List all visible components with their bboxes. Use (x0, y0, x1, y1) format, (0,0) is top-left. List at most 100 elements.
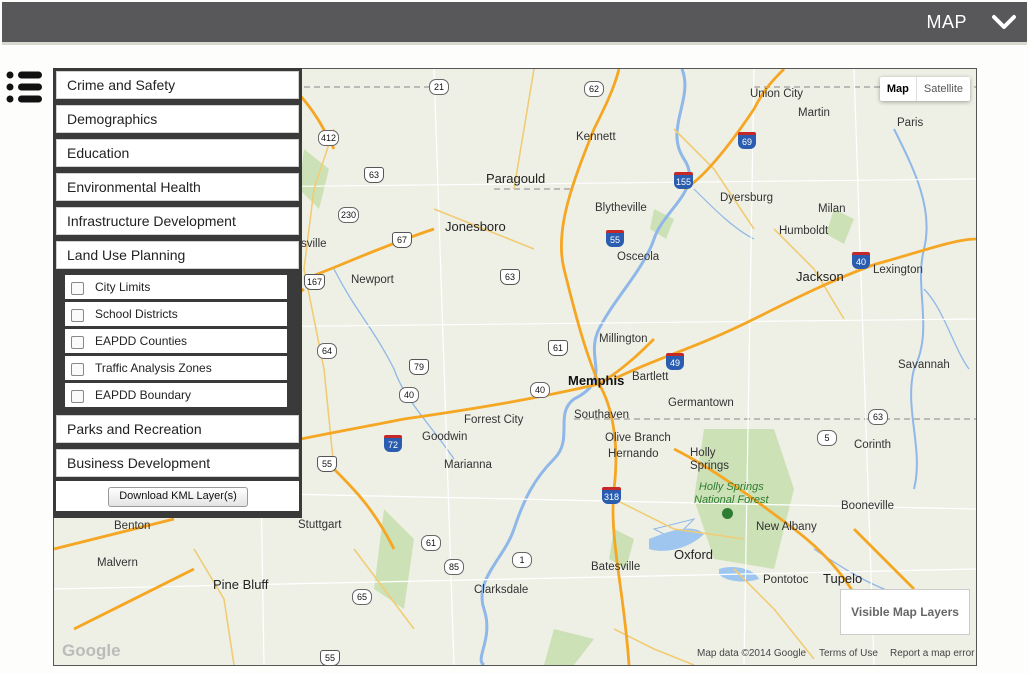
header-title: MAP (926, 12, 967, 32)
category-education[interactable]: Education (56, 139, 299, 167)
city-label: Holly Springs (690, 447, 729, 472)
city-label: Oxford (674, 547, 714, 562)
list-menu-icon[interactable] (6, 70, 44, 104)
category-environmental-health[interactable]: Environmental Health (56, 173, 299, 201)
city-label-memphis: Memphis (568, 373, 625, 388)
city-label: Hernando (608, 448, 659, 460)
city-label: Dyersburg (720, 192, 774, 204)
us-route-shield-icon: 79 (409, 359, 429, 375)
city-label: Stuttgart (298, 519, 342, 531)
report-map-error-link[interactable]: Report a map error (890, 648, 974, 659)
download-row: Download KML Layer(s) (56, 481, 299, 511)
city-label: sville (301, 238, 327, 250)
us-route-shield-icon: 67 (392, 232, 412, 248)
layer-item-eapdd-counties[interactable]: EAPDD Counties (65, 329, 287, 353)
city-label: New Albany (756, 521, 817, 533)
city-label: Olive Branch (605, 432, 671, 444)
visible-map-layers-panel[interactable]: Visible Map Layers (840, 589, 970, 635)
state-route-shield-icon: 1 (512, 552, 532, 568)
city-label: Lexington (873, 264, 923, 276)
city-label: Clarksdale (474, 584, 529, 596)
city-label: Southaven (574, 409, 629, 421)
download-kml-button[interactable]: Download KML Layer(s) (108, 487, 248, 507)
interstate-shield-icon: 49 (666, 353, 684, 370)
city-label: Marianna (444, 459, 492, 471)
interstate-shield-icon: 55 (606, 230, 624, 247)
layer-label: EAPDD Counties (95, 334, 188, 348)
map-type-map-button[interactable]: Map (880, 77, 917, 101)
state-route-shield-icon: 61 (421, 535, 441, 551)
layer-checkbox[interactable] (71, 282, 84, 295)
park-label: Holly Springs National Forest (694, 481, 769, 506)
city-label: Germantown (668, 397, 734, 409)
state-route-shield-icon: 40 (530, 382, 550, 398)
layer-label: EAPDD Boundary (95, 388, 192, 402)
us-route-shield-icon: 55 (317, 456, 337, 472)
category-business-development[interactable]: Business Development (56, 449, 299, 477)
city-label: Corinth (854, 439, 892, 451)
state-route-shield-icon: 40 (399, 387, 419, 403)
interstate-shield-icon: 155 (674, 172, 694, 189)
state-route-shield-icon: 64 (317, 343, 337, 359)
city-label: Jonesboro (445, 219, 506, 234)
city-label: Batesville (591, 561, 641, 573)
city-label: Savannah (898, 359, 950, 371)
state-route-shield-icon: 412 (318, 130, 340, 146)
google-logo: Google (62, 641, 121, 660)
layer-label: City Limits (95, 280, 151, 294)
interstate-shield-icon: 72 (384, 435, 402, 452)
interstate-shield-icon: 69 (738, 132, 756, 149)
city-label: Humboldt (779, 225, 829, 237)
us-route-shield-icon: 63 (364, 167, 384, 183)
city-label: Union City (750, 88, 804, 100)
us-route-shield-icon: 167 (304, 274, 326, 290)
layer-checkbox[interactable] (71, 336, 84, 349)
city-label: Paris (897, 117, 924, 129)
category-demographics[interactable]: Demographics (56, 105, 299, 133)
header-bar: MAP (2, 2, 1027, 45)
category-parks-and-recreation[interactable]: Parks and Recreation (56, 415, 299, 443)
city-label: Forrest City (464, 414, 524, 426)
map-data-attribution: Map data ©2014 Google (697, 648, 807, 659)
city-label: Millington (599, 333, 648, 345)
map-type-satellite-button[interactable]: Satellite (917, 77, 970, 101)
interstate-shield-icon: 318 (602, 487, 622, 504)
state-route-shield-icon: 230 (338, 207, 360, 223)
category-crime-and-safety[interactable]: Crime and Safety (56, 71, 299, 99)
layer-checkbox[interactable] (71, 363, 84, 376)
layer-label: Traffic Analysis Zones (95, 361, 212, 375)
city-label: Bartlett (632, 371, 669, 383)
city-label: Booneville (841, 500, 895, 512)
city-label: Goodwin (422, 431, 468, 443)
terms-of-use-link[interactable]: Terms of Use (819, 648, 878, 659)
category-land-use-planning[interactable]: Land Use Planning (56, 241, 299, 269)
city-label: Osceola (617, 251, 660, 263)
chevron-down-icon[interactable] (991, 12, 1017, 32)
layer-checkbox[interactable] (71, 390, 84, 403)
us-route-shield-icon: 63 (500, 269, 520, 285)
city-label: Pontotoc (763, 574, 809, 586)
category-infrastructure-development[interactable]: Infrastructure Development (56, 207, 299, 235)
layer-item-eapdd-boundary[interactable]: EAPDD Boundary (65, 383, 287, 407)
city-label: Paragould (486, 171, 546, 186)
city-label: Martin (798, 107, 830, 119)
layer-item-school-districts[interactable]: School Districts (65, 302, 287, 326)
state-route-shield-icon: 85 (444, 559, 464, 575)
state-route-shield-icon: 62 (584, 81, 604, 97)
interstate-shield-icon: 40 (852, 252, 870, 269)
city-label: Milan (818, 203, 846, 215)
state-route-shield-icon: 63 (868, 409, 888, 425)
layer-panel: Crime and Safety Demographics Education … (53, 68, 302, 518)
state-route-shield-icon: 5 (817, 430, 837, 446)
map-type-control: Map Satellite (879, 77, 970, 101)
layer-item-city-limits[interactable]: City Limits (65, 275, 287, 299)
city-label: Kennett (576, 131, 616, 143)
city-label: Malvern (97, 557, 138, 569)
state-route-shield-icon: 21 (429, 79, 449, 95)
layer-label: School Districts (95, 307, 178, 321)
layer-item-traffic-analysis-zones[interactable]: Traffic Analysis Zones (65, 356, 287, 380)
layer-checkbox[interactable] (71, 309, 84, 322)
city-label: Pine Bluff (213, 577, 269, 592)
us-route-shield-icon: 61 (548, 340, 568, 356)
recreation-area-icon (722, 508, 733, 519)
